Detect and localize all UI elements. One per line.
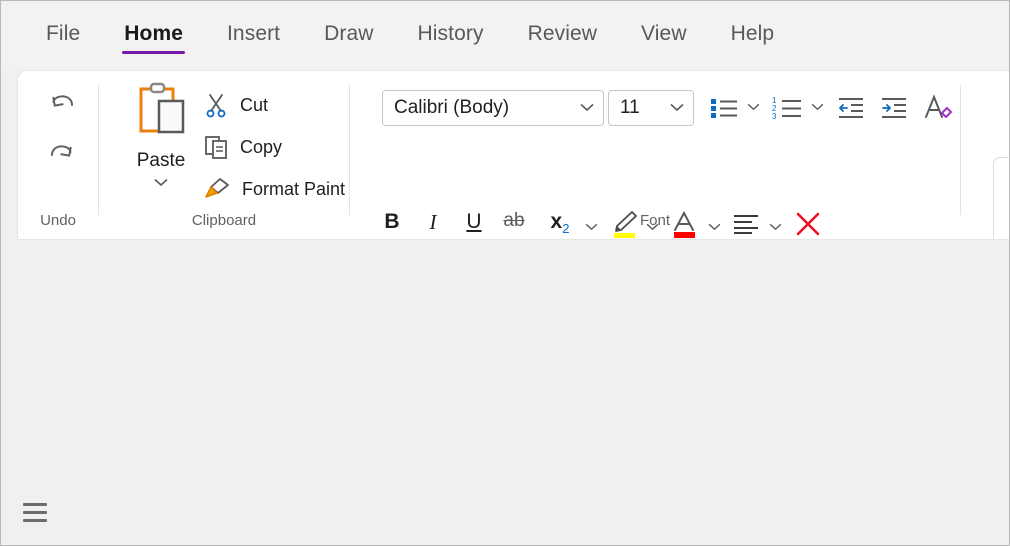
ribbon-group-font: Calibri (Body) 11 1 2 3 B I U ab x2 Font bbox=[350, 71, 960, 239]
format-painter-label: Format Paint bbox=[242, 178, 346, 199]
cut-button[interactable]: Cut bbox=[203, 89, 268, 121]
increase-indent-icon bbox=[882, 98, 906, 118]
format-painter-button[interactable]: Format Paint bbox=[203, 173, 345, 205]
font-name-value: Calibri (Body) bbox=[394, 97, 510, 118]
tab-insert[interactable]: Insert bbox=[205, 16, 302, 56]
bulleted-list-button[interactable] bbox=[707, 91, 741, 125]
copy-documents-icon bbox=[205, 136, 227, 159]
numbered-list-options-button[interactable] bbox=[808, 91, 826, 123]
tab-label: Home bbox=[124, 22, 183, 45]
styles-gallery[interactable]: H H bbox=[993, 157, 1009, 239]
tab-help[interactable]: Help bbox=[709, 16, 797, 56]
ribbon-group-clipboard: Paste Cut Copy Format Paint Clipboard bbox=[99, 71, 349, 239]
increase-indent-button[interactable] bbox=[877, 91, 911, 125]
bulleted-list-options-button[interactable] bbox=[744, 91, 762, 123]
format-painter-icon bbox=[205, 178, 229, 198]
group-label-clipboard: Clipboard bbox=[191, 212, 257, 229]
numbered-list-button[interactable]: 1 2 3 bbox=[770, 91, 804, 125]
tab-history[interactable]: History bbox=[396, 16, 506, 56]
cut-label: Cut bbox=[240, 94, 269, 115]
menu-line bbox=[23, 511, 47, 514]
notebook-canvas: Add page Hummingbird wingspan Weather pa… bbox=[2, 240, 1009, 545]
font-name-combobox[interactable]: Calibri (Body) bbox=[382, 90, 604, 126]
copy-button[interactable]: Copy bbox=[203, 131, 282, 163]
tab-file[interactable]: File bbox=[24, 16, 102, 56]
chevron-down-icon bbox=[811, 103, 823, 111]
decrease-indent-icon bbox=[839, 98, 863, 118]
redo-arrow-icon bbox=[51, 145, 72, 157]
chevron-down-icon bbox=[580, 99, 603, 117]
undo-button[interactable] bbox=[42, 83, 82, 123]
scissors-icon bbox=[206, 94, 226, 118]
paste-button[interactable]: Paste bbox=[121, 81, 201, 187]
hamburger-menu-icon[interactable] bbox=[23, 503, 47, 523]
font-size-value: 11 bbox=[620, 97, 640, 118]
copy-label: Copy bbox=[240, 136, 283, 157]
ribbon-tab-strip: File Home Insert Draw History Review Vie… bbox=[2, 2, 1009, 70]
tab-label: Insert bbox=[227, 22, 281, 45]
decrease-indent-button[interactable] bbox=[834, 91, 868, 125]
tab-review[interactable]: Review bbox=[506, 16, 619, 56]
numbered-list-icon: 1 2 3 bbox=[772, 96, 801, 120]
tab-label: Draw bbox=[324, 22, 374, 45]
paste-label: Paste bbox=[136, 150, 186, 171]
chevron-down-icon bbox=[747, 103, 759, 111]
redo-button[interactable] bbox=[42, 133, 82, 173]
font-size-combobox[interactable]: 11 bbox=[608, 90, 694, 126]
chevron-down-icon bbox=[670, 99, 693, 117]
tab-home[interactable]: Home bbox=[102, 16, 205, 56]
group-label-font: Font bbox=[639, 212, 670, 229]
clipboard-icon bbox=[139, 82, 185, 134]
chevron-down-icon[interactable] bbox=[154, 178, 168, 187]
group-label-undo: Undo bbox=[40, 212, 76, 229]
tab-label: File bbox=[46, 22, 81, 45]
tab-draw[interactable]: Draw bbox=[302, 16, 395, 56]
svg-text:3: 3 bbox=[772, 112, 777, 120]
undo-arrow-icon bbox=[52, 95, 73, 107]
menu-line bbox=[23, 503, 47, 506]
tab-view[interactable]: View bbox=[619, 16, 709, 56]
clear-formatting-button[interactable] bbox=[920, 89, 956, 127]
bulleted-list-icon bbox=[711, 99, 737, 118]
menu-line bbox=[23, 519, 47, 522]
ribbon-group-undo: Undo bbox=[18, 71, 98, 239]
tab-label: History bbox=[417, 22, 484, 45]
tab-label: Help bbox=[730, 22, 775, 45]
onenote-window: File Home Insert Draw History Review Vie… bbox=[0, 0, 1010, 546]
tab-label: Review bbox=[527, 22, 598, 45]
ribbon-body: Undo Paste Cut Copy Format Paint Clipboa… bbox=[18, 71, 1009, 239]
clear-formatting-icon bbox=[925, 94, 952, 118]
group-divider bbox=[960, 85, 961, 215]
tab-label: View bbox=[641, 22, 687, 45]
